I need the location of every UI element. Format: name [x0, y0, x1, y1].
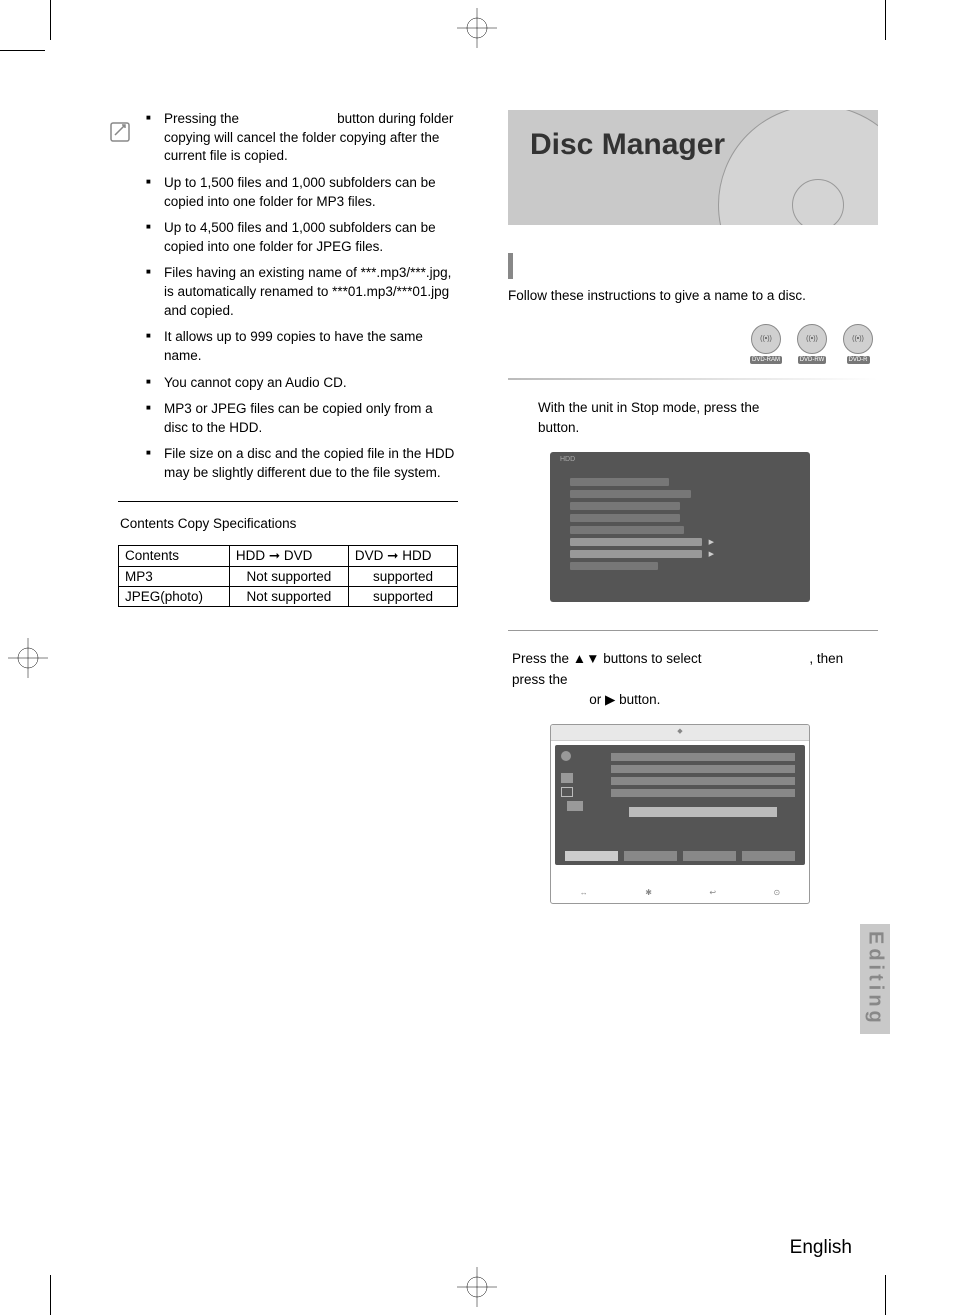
gradient-divider: [508, 378, 878, 380]
section-heading: Disc Name: [508, 253, 878, 279]
trim-line: [885, 0, 886, 40]
divider: [118, 501, 458, 502]
note-item: You cannot copy an Audio CD.: [164, 374, 458, 393]
heading-bar-icon: [508, 253, 513, 279]
table-header-row: Contents HDD ➞ DVD DVD ➞ HDD: [119, 545, 458, 566]
step-divider: [508, 630, 878, 631]
table-row: JPEG(photo) Not supported supported: [119, 586, 458, 606]
disc-type-dvdr: DVD-R: [838, 324, 878, 368]
trim-line: [50, 0, 51, 40]
notes-list: Pressing the STOP button during folder c…: [118, 110, 458, 483]
disc-graphic: [718, 110, 878, 225]
section-intro: Follow these instructions to give a name…: [508, 287, 878, 306]
note-item: File size on a disc and the copied file …: [164, 445, 458, 482]
ui-mock-menu: HDD ▶ ▶: [550, 452, 810, 602]
note-item: Pressing the STOP button during folder c…: [164, 110, 458, 166]
disc-type-dvdrw: DVD-RW: [792, 324, 832, 368]
note-item: Up to 4,500 files and 1,000 subfolders c…: [164, 219, 458, 256]
note-item: Files having an existing name of ***.mp3…: [164, 264, 458, 320]
note-icon: [108, 120, 132, 149]
section-tab: Editing: [860, 924, 890, 1034]
trim-line: [885, 1275, 886, 1315]
trim-line: [50, 1275, 51, 1315]
trim-line: [0, 50, 45, 51]
crop-mark-bottom: [457, 1267, 497, 1307]
page-footer: English: [790, 1237, 852, 1259]
note-item: MP3 or JPEG files can be copied only fro…: [164, 400, 458, 437]
section-tab-label: Editing: [864, 931, 887, 1027]
note-item: Up to 1,500 files and 1,000 subfolders c…: [164, 174, 458, 211]
table-row: MP3 Not supported supported: [119, 566, 458, 586]
banner-title: Disc Manager: [530, 128, 725, 162]
th-contents: Contents: [119, 545, 230, 566]
th-hdd-dvd: HDD ➞ DVD: [229, 545, 348, 566]
spec-title: Contents Copy Specifications: [120, 516, 458, 531]
crop-mark-left: [8, 638, 48, 678]
spec-table: Contents HDD ➞ DVD DVD ➞ HDD MP3 Not sup…: [118, 545, 458, 607]
disc-type-dvdram: DVD-RAM: [746, 324, 786, 368]
disc-types: DVD-RAM DVD-RW DVD-R: [508, 324, 878, 368]
th-dvd-hdd: DVD ➞ HDD: [348, 545, 457, 566]
ui-mock-disc-manager: ◆ ○: [550, 724, 810, 904]
step-2: Press the ▲▼ buttons to select Disc Mana…: [508, 649, 878, 904]
step-1: With the unit in Stop mode, press the ME…: [508, 398, 878, 603]
banner: Disc Manager: [508, 110, 878, 225]
note-item: It allows up to 999 copies to have the s…: [164, 328, 458, 365]
footer-language: English: [790, 1237, 852, 1258]
crop-mark-top: [457, 8, 497, 48]
